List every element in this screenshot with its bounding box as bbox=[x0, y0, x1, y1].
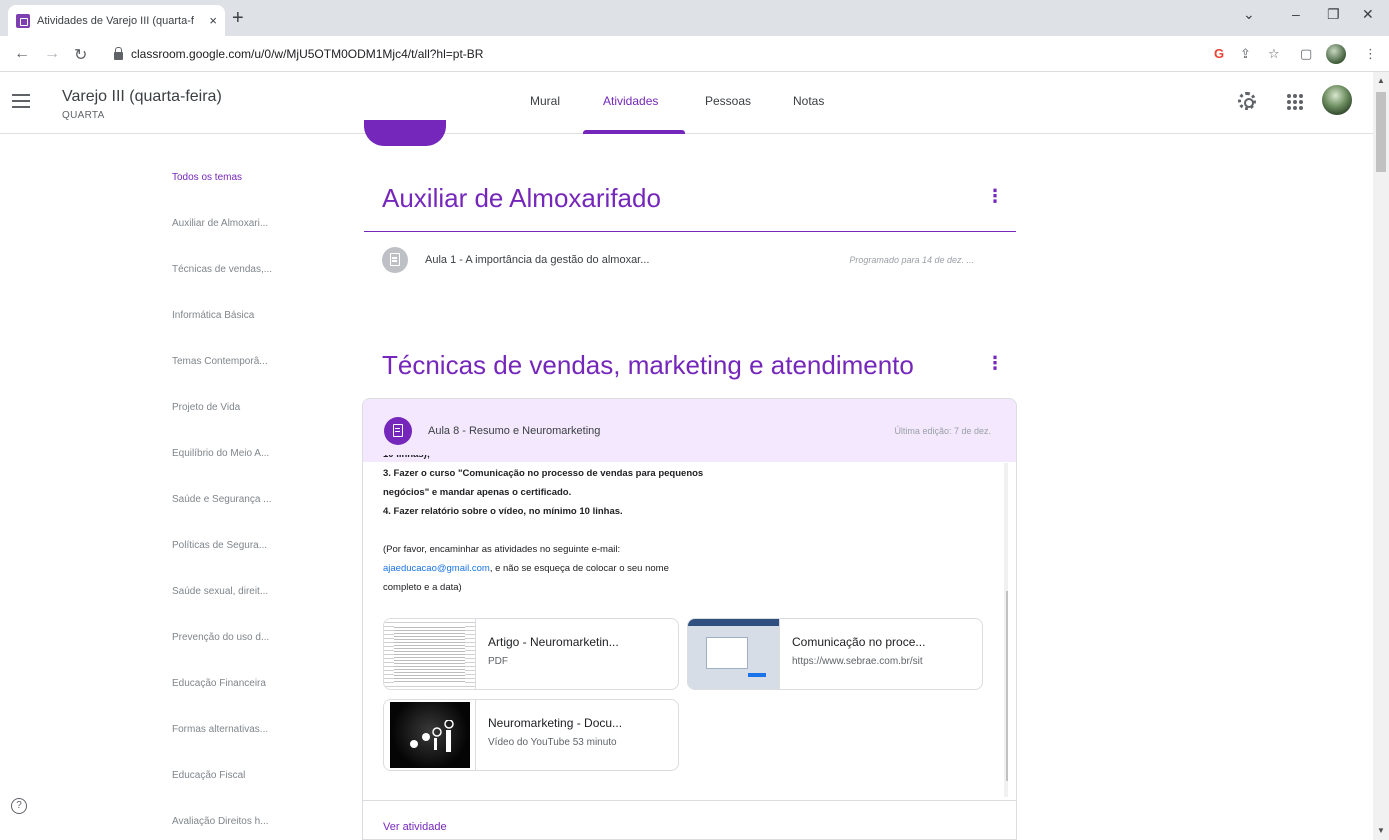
sidebar-item-temas-contemporaneos[interactable]: Temas Contemporâ... bbox=[172, 356, 268, 367]
topic-more-options-icon[interactable]: ⋮ bbox=[986, 353, 1004, 374]
email-link[interactable]: ajaeducacao@gmail.com bbox=[383, 563, 490, 574]
attachment-title: Artigo - Neuromarketin... bbox=[488, 635, 619, 649]
topic-heading-tecnicas: Técnicas de vendas, marketing e atendime… bbox=[382, 350, 914, 380]
desc-note-b: , e não se esqueça de colocar o seu nome bbox=[489, 563, 669, 574]
item-title: Aula 8 - Resumo e Neuromarketing bbox=[428, 424, 601, 437]
minimize-icon[interactable]: – bbox=[1292, 6, 1300, 22]
sidebar-item-educacao-fiscal[interactable]: Educação Fiscal bbox=[172, 770, 245, 781]
expanded-assignment-card: Aula 8 - Resumo e Neuromarketing Última … bbox=[362, 398, 1017, 840]
attachment-url: https://www.sebrae.com.br/sit bbox=[792, 656, 923, 667]
description-scrollbar[interactable]: ▲ ▼ bbox=[1004, 463, 1008, 797]
browser-tab[interactable]: Atividades de Varejo III (quarta-f × bbox=[8, 5, 225, 36]
scroll-down-arrow-icon[interactable]: ▼ bbox=[1007, 785, 1008, 792]
sidebar-item-auxiliar-almoxarifado[interactable]: Auxiliar de Almoxari... bbox=[172, 218, 268, 229]
sidebar-item-politicas-seguranca[interactable]: Políticas de Segura... bbox=[172, 540, 267, 551]
description-scroll-thumb[interactable] bbox=[1006, 591, 1008, 781]
sidebar-item-projeto-de-vida[interactable]: Projeto de Vida bbox=[172, 402, 240, 413]
desc-line-3a: 3. Fazer o curso "Comunicação no process… bbox=[383, 468, 704, 479]
sidebar-item-saude-sexual[interactable]: Saúde sexual, direit... bbox=[172, 586, 268, 597]
sidebar-item-saude-seguranca[interactable]: Saúde e Segurança ... bbox=[172, 494, 272, 505]
attachment-video-info: Vídeo do YouTube 53 minuto bbox=[488, 737, 617, 748]
tab-atividades[interactable]: Atividades bbox=[603, 94, 658, 108]
sidebar-item-prevencao-uso[interactable]: Prevenção do uso d... bbox=[172, 632, 269, 643]
assignment-icon bbox=[382, 247, 408, 273]
item-scheduled-date: Programado para 14 de dez. ... bbox=[849, 255, 974, 265]
sidebar-item-todos-os-temas[interactable]: Todos os temas bbox=[172, 172, 242, 183]
attachment-title: Neuromarketing - Docu... bbox=[488, 716, 623, 730]
class-title[interactable]: Varejo III (quarta-feira) bbox=[62, 88, 222, 106]
topic-divider bbox=[364, 231, 1016, 232]
sidebar-item-equilibrio-meio[interactable]: Equilíbrio do Meio A... bbox=[172, 448, 269, 459]
settings-gear-icon[interactable] bbox=[1238, 92, 1256, 110]
main-menu-icon[interactable] bbox=[12, 90, 30, 110]
youtube-thumbnail bbox=[384, 700, 476, 770]
help-icon[interactable]: ? bbox=[11, 798, 27, 814]
attachment-type: PDF bbox=[488, 656, 508, 667]
side-panel-icon[interactable]: ▢ bbox=[1300, 46, 1312, 62]
pdf-thumbnail bbox=[384, 619, 476, 689]
sidebar-item-educacao-financeira[interactable]: Educação Financeira bbox=[172, 678, 266, 689]
attachment-youtube[interactable]: Neuromarketing - Docu... Vídeo do YouTub… bbox=[383, 699, 679, 771]
new-tab-icon[interactable]: + bbox=[232, 8, 244, 28]
desc-line-4: 4. Fazer relatório sobre o vídeo, no mín… bbox=[383, 506, 623, 517]
scroll-up-arrow-icon[interactable]: ▲ bbox=[1007, 463, 1008, 470]
classroom-favicon-icon bbox=[16, 13, 30, 28]
desc-line-3b: negócios" e mandar apenas o certificado. bbox=[383, 487, 572, 498]
google-apps-icon[interactable] bbox=[1287, 94, 1303, 110]
browser-menu-icon[interactable]: ⋮ bbox=[1364, 46, 1377, 62]
neuromarketing-figure-icon bbox=[410, 720, 454, 752]
create-button[interactable] bbox=[364, 120, 446, 146]
tab-notas[interactable]: Notas bbox=[793, 94, 824, 108]
assignment-description: 10 linhas); 3. Fazer o curso "Comunicaçã… bbox=[370, 455, 1008, 799]
scroll-up-arrow-icon[interactable]: ▲ bbox=[1377, 76, 1385, 85]
page-scrollbar[interactable]: ▲ ▼ bbox=[1373, 72, 1389, 840]
profile-avatar-icon[interactable] bbox=[1326, 44, 1346, 64]
desc-line-cut: 10 linhas); bbox=[383, 455, 703, 464]
tab-mural[interactable]: Mural bbox=[530, 94, 560, 108]
classroom-header: Varejo III (quarta-feira) QUARTA Mural A… bbox=[0, 72, 1373, 134]
restore-icon[interactable]: ❐ bbox=[1327, 6, 1340, 23]
url-text: classroom.google.com/u/0/w/MjU5OTM0ODM1M… bbox=[131, 47, 484, 61]
classwork-item-aula-8[interactable]: Aula 8 - Resumo e Neuromarketing Última … bbox=[363, 399, 1016, 462]
sidebar-item-formas-alternativas[interactable]: Formas alternativas... bbox=[172, 724, 268, 735]
sidebar-item-tecnicas-vendas[interactable]: Técnicas de vendas,... bbox=[172, 264, 272, 275]
desc-note-c: completo e a data) bbox=[383, 582, 462, 593]
address-bar[interactable]: classroom.google.com/u/0/w/MjU5OTM0ODM1M… bbox=[104, 41, 1104, 67]
bookmark-star-icon[interactable]: ☆ bbox=[1268, 46, 1280, 62]
topic-more-options-icon[interactable]: ⋮ bbox=[986, 186, 1004, 207]
google-icon[interactable]: G bbox=[1214, 46, 1224, 61]
tab-title: Atividades de Varejo III (quarta-f bbox=[37, 14, 194, 27]
item-last-edit: Última edição: 7 de dez. bbox=[894, 425, 991, 436]
sidebar-item-avaliacao-direitos[interactable]: Avaliação Direitos h... bbox=[172, 816, 269, 827]
scroll-down-arrow-icon[interactable]: ▼ bbox=[1377, 826, 1385, 835]
page-scroll-thumb[interactable] bbox=[1376, 92, 1386, 172]
class-section: QUARTA bbox=[62, 110, 105, 121]
account-avatar[interactable] bbox=[1322, 85, 1352, 115]
forward-icon[interactable]: → bbox=[44, 45, 60, 63]
back-icon[interactable]: ← bbox=[14, 45, 30, 63]
close-window-icon[interactable]: ✕ bbox=[1362, 6, 1374, 23]
item-title: Aula 1 - A importância da gestão do almo… bbox=[425, 254, 650, 266]
sidebar-item-informatica-basica[interactable]: Informática Básica bbox=[172, 310, 254, 321]
attachment-link[interactable]: Comunicação no proce... https://www.sebr… bbox=[687, 618, 983, 690]
attachment-title: Comunicação no proce... bbox=[792, 635, 926, 649]
desc-note-a: (Por favor, encaminhar as atividades no … bbox=[383, 544, 621, 555]
view-assignment-link[interactable]: Ver atividade bbox=[383, 821, 447, 833]
webpage-thumbnail bbox=[688, 619, 780, 689]
topic-heading-auxiliar: Auxiliar de Almoxarifado bbox=[382, 183, 661, 213]
card-footer: Ver atividade bbox=[363, 800, 1016, 839]
attachment-pdf[interactable]: Artigo - Neuromarketin... PDF bbox=[383, 618, 679, 690]
browser-tabstrip: Atividades de Varejo III (quarta-f × + ⌄… bbox=[0, 0, 1389, 36]
browser-toolbar: ← → ↻ classroom.google.com/u/0/w/MjU5OTM… bbox=[0, 36, 1389, 72]
reload-icon[interactable]: ↻ bbox=[74, 45, 87, 65]
classwork-item-aula-1[interactable]: Aula 1 - A importância da gestão do almo… bbox=[364, 240, 1016, 280]
tab-pessoas[interactable]: Pessoas bbox=[705, 94, 751, 108]
topics-sidebar: Todos os temas Auxiliar de Almoxari... T… bbox=[0, 134, 340, 840]
active-tab-indicator bbox=[583, 130, 685, 134]
share-icon[interactable]: ⇪ bbox=[1240, 46, 1251, 62]
close-tab-icon[interactable]: × bbox=[209, 13, 217, 28]
assignment-icon bbox=[384, 416, 412, 445]
tab-search-icon[interactable]: ⌄ bbox=[1243, 6, 1255, 23]
lock-icon bbox=[114, 47, 123, 60]
